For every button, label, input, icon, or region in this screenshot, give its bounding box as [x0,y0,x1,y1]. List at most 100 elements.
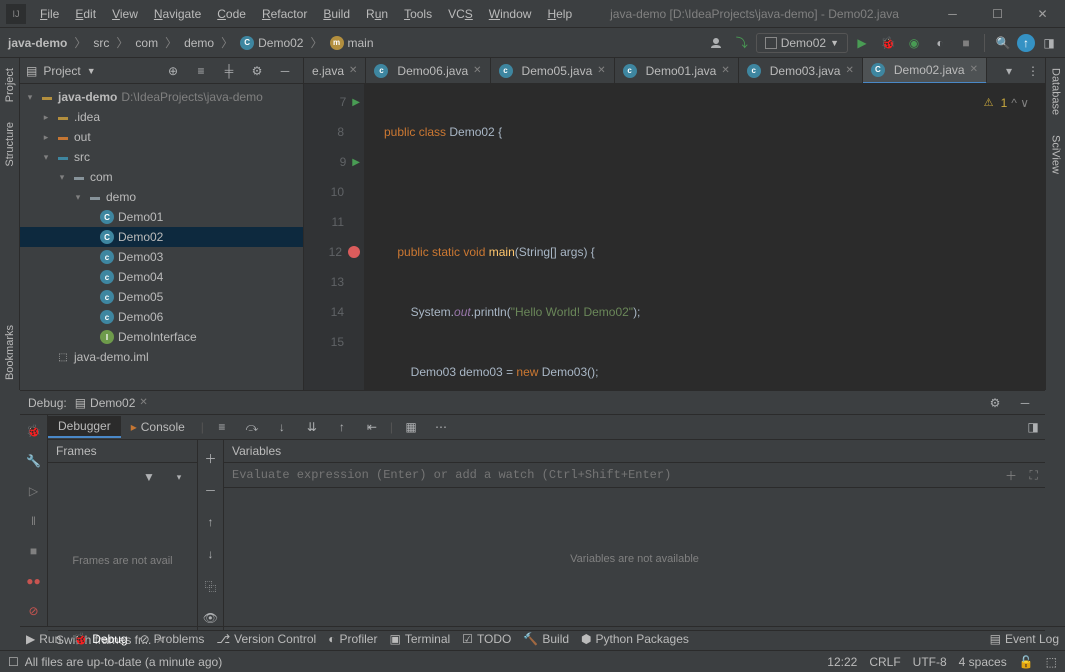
status-encoding[interactable]: UTF-8 [913,655,947,669]
code-editor[interactable]: public class Demo02 { public static void… [364,84,1045,390]
settings-icon[interactable]: ⚙ [245,59,269,83]
force-step-into-button[interactable]: ⇊ [300,415,324,439]
tool-event-log[interactable]: ▤Event Log [990,632,1059,646]
breadcrumb-src[interactable]: src [89,36,113,50]
status-indent[interactable]: 4 spaces [959,655,1007,669]
tree-idea[interactable]: ▸▬.idea [20,107,303,127]
tree-file[interactable]: cDemo03 [20,247,303,267]
menu-window[interactable]: Window [481,4,540,24]
add-watch-button[interactable]: ＋ [1000,463,1023,487]
select-opened-button[interactable]: ⊕ [161,59,185,83]
menu-build[interactable]: Build [315,4,358,24]
tree-file[interactable]: CDemo02 [20,227,303,247]
breadcrumb-com[interactable]: com [131,36,162,50]
tool-debug[interactable]: 🐞Debug [73,632,127,646]
console-tab[interactable]: ▸Console [121,417,195,437]
rail-bookmarks[interactable]: Bookmarks [2,315,18,390]
down-button[interactable]: ↓ [199,542,223,566]
tree-iml[interactable]: ⬚java-demo.iml [20,347,303,367]
show-execution-button[interactable]: ≡ [210,415,234,439]
resume-button[interactable]: ▷ [22,479,46,503]
evaluate-button[interactable]: ▦ [399,415,423,439]
stop-button[interactable]: ■ [22,539,46,563]
show-watches-button[interactable]: 👁 [199,606,223,630]
menu-code[interactable]: Code [209,4,254,24]
tree-demo[interactable]: ▾▬demo [20,187,303,207]
editor-tab[interactable]: cDemo05.java✕ [491,58,615,84]
tool-vcs[interactable]: ⎇Version Control [216,632,316,646]
tool-run[interactable]: ▶Run [26,632,61,646]
minimize-button[interactable]: ─ [930,0,975,28]
rail-database[interactable]: Database [1048,58,1064,125]
filter-icon[interactable]: ▼ [137,465,161,489]
tree-file[interactable]: cDemo06 [20,307,303,327]
close-icon[interactable]: ✕ [970,64,978,75]
tool-python[interactable]: ⬢Python Packages [581,632,689,646]
breadcrumb-method[interactable]: mmain [326,36,378,50]
tree-file[interactable]: cDemo04 [20,267,303,287]
up-button[interactable]: ↑ [199,510,223,534]
maximize-button[interactable]: ☐ [975,0,1020,28]
run-config-selector[interactable]: Demo02 ▼ [756,33,848,53]
trace-button[interactable]: ⋯ [429,415,453,439]
editor-tab[interactable]: cDemo01.java✕ [615,58,739,84]
run-gutter-icon[interactable]: ▶ [352,97,360,108]
remove-watch-button[interactable]: － [199,478,223,502]
step-over-button[interactable]: ⤼ [240,415,264,439]
close-button[interactable]: ✕ [1020,0,1065,28]
debug-config-tab[interactable]: ▤ Demo02 ✕ [75,396,148,410]
close-icon[interactable]: ✕ [139,397,147,408]
close-icon[interactable]: ✕ [845,65,853,76]
menu-refactor[interactable]: Refactor [254,4,315,24]
editor-tab[interactable]: cDemo06.java✕ [366,58,490,84]
breadcrumb-project[interactable]: java-demo [4,36,71,50]
hide-panel-button[interactable]: ─ [273,59,297,83]
menu-file[interactable]: File [32,4,67,24]
settings-icon[interactable]: ⚙ [983,391,1007,415]
status-line-sep[interactable]: CRLF [869,655,900,669]
project-panel-title[interactable]: Project [43,64,80,78]
tree-file[interactable]: CDemo01 [20,207,303,227]
expand-all-button[interactable]: ≡ [189,59,213,83]
step-into-button[interactable]: ↓ [270,415,294,439]
tree-src[interactable]: ▾▬src [20,147,303,167]
update-button[interactable]: ↑ [1017,34,1035,52]
profile-button[interactable]: ◐ [928,31,952,55]
rail-project[interactable]: Project [2,58,18,112]
tree-root[interactable]: ▾ ▬ java-demo D:\IdeaProjects\java-demo [20,87,303,107]
rerun-button[interactable]: 🐞 [22,419,46,443]
status-icon[interactable]: ☐ [8,655,19,669]
stop-button[interactable]: ■ [954,31,978,55]
chevron-down-icon[interactable]: ▾ [167,465,191,489]
expand-button[interactable]: ⛶ [1022,463,1045,487]
tree-file[interactable]: IDemoInterface [20,327,303,347]
tool-profiler[interactable]: ◐Profiler [328,632,377,646]
modify-button[interactable]: 🔧 [22,449,46,473]
step-out-button[interactable]: ↑ [330,415,354,439]
tree-com[interactable]: ▾▬com [20,167,303,187]
tool-build[interactable]: 🔨Build [523,632,569,646]
menu-edit[interactable]: Edit [67,4,104,24]
pause-button[interactable]: ‖ [22,509,46,533]
inspection-indicator[interactable]: ⚠ 1 ^ ∨ [984,88,1029,118]
debug-button[interactable]: 🐞 [876,31,900,55]
copy-button[interactable]: ⿻ [199,574,223,598]
close-icon[interactable]: ✕ [597,65,605,76]
tool-problems[interactable]: ⊘Problems [140,632,205,646]
chevron-down-icon[interactable]: ▼ [87,66,96,76]
menu-tools[interactable]: Tools [396,4,440,24]
close-icon[interactable]: ✕ [473,65,481,76]
menu-navigate[interactable]: Navigate [146,4,209,24]
hide-panel-button[interactable]: ─ [1013,391,1037,415]
mute-breakpoints-button[interactable]: ⊘ [22,599,46,623]
editor-gutter[interactable]: 7▶ 8 9▶ 10 11 12 13 14 15 [304,84,364,390]
editor-tab[interactable]: e.java✕ [304,58,366,84]
menu-view[interactable]: View [104,4,146,24]
menu-vcs[interactable]: VCS [440,4,481,24]
rail-structure[interactable]: Structure [2,112,18,177]
debugger-tab[interactable]: Debugger [48,416,121,438]
editor-tab-active[interactable]: CDemo02.java✕ [863,58,987,84]
tabs-more-button[interactable]: ⋮ [1021,59,1045,83]
menu-help[interactable]: Help [539,4,580,24]
editor-tab[interactable]: cDemo03.java✕ [739,58,863,84]
